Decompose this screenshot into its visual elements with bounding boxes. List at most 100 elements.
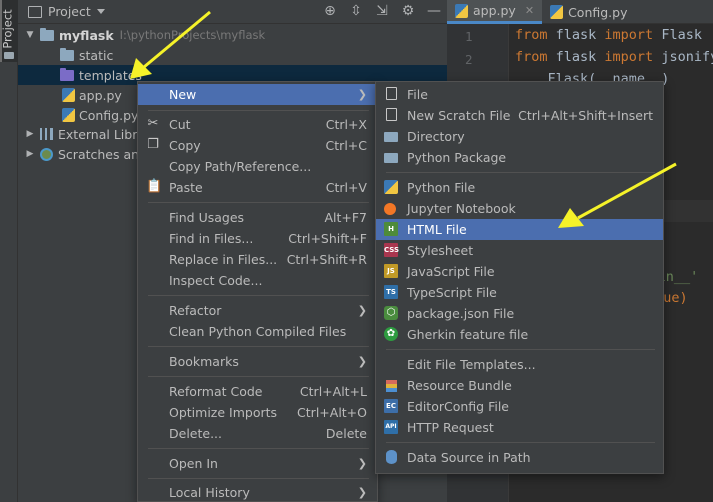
new-item-stylesheet[interactable]: CSS Stylesheet: [376, 240, 663, 261]
menu-item-label: HTTP Request: [407, 420, 494, 435]
project-panel-header: Project ⊕ ⇳ ⇲ ⚙ —: [18, 0, 447, 24]
menu-item-optimize-imports[interactable]: Optimize Imports Ctrl+Alt+O: [138, 402, 377, 423]
tab-config-py[interactable]: Config.py: [542, 0, 635, 24]
tree-root-path: I:\pythonProjects\myflask: [119, 28, 266, 42]
code-name: jsonify: [653, 49, 713, 65]
paste-icon: 📋: [146, 179, 163, 194]
tree-item-label: app.py: [79, 87, 122, 103]
close-icon[interactable]: ✕: [525, 4, 534, 17]
menu-item-replace-in-files[interactable]: Replace in Files... Ctrl+Shift+R: [138, 249, 377, 270]
menu-item-new[interactable]: New ❯: [138, 84, 377, 105]
menu-item-label: JavaScript File: [407, 264, 495, 279]
expand-arrow-icon[interactable]: ▶: [24, 129, 36, 139]
menu-item-inspect-code[interactable]: Inspect Code...: [138, 270, 377, 291]
menu-item-label: Local History: [169, 485, 250, 500]
project-window-icon: [28, 5, 42, 18]
menu-item-bookmarks[interactable]: Bookmarks ❯: [138, 351, 377, 372]
new-item-editorconfig[interactable]: EC EditorConfig File: [376, 396, 663, 417]
css-file-icon: CSS: [384, 243, 399, 257]
menu-separator: [386, 442, 655, 443]
hide-icon[interactable]: —: [425, 2, 443, 20]
menu-item-paste[interactable]: 📋 Paste Ctrl+V: [138, 177, 377, 198]
tree-item-static[interactable]: static: [18, 45, 447, 65]
new-item-data-source[interactable]: Data Source in Path: [376, 447, 663, 468]
menu-item-label: Data Source in Path: [407, 450, 531, 465]
menu-item-shortcut: Ctrl+Shift+R: [286, 252, 367, 267]
chevron-down-icon[interactable]: [96, 9, 105, 14]
menu-item-label: Replace in Files...: [169, 252, 278, 267]
new-item-gherkin[interactable]: ✿ Gherkin feature file: [376, 324, 663, 345]
code-line-1[interactable]: from flask import Flask: [515, 27, 702, 43]
code-keyword: from: [515, 49, 548, 65]
expand-arrow-icon[interactable]: ▼: [24, 30, 36, 40]
editorconfig-icon: EC: [384, 399, 398, 413]
folder-icon: [60, 47, 74, 61]
jupyter-icon: [384, 203, 396, 215]
new-item-package-json[interactable]: ⬡ package.json File: [376, 303, 663, 324]
menu-item-find-usages[interactable]: Find Usages Alt+F7: [138, 207, 377, 228]
new-item-javascript-file[interactable]: JS JavaScript File: [376, 261, 663, 282]
gear-icon[interactable]: ⚙: [399, 2, 417, 20]
tab-label: app.py: [473, 3, 516, 18]
new-item-jupyter-notebook[interactable]: Jupyter Notebook: [376, 198, 663, 219]
tree-root-myflask[interactable]: ▼ myflask I:\pythonProjects\myflask: [18, 25, 447, 45]
menu-item-copy[interactable]: ❐ Copy Ctrl+C: [138, 135, 377, 156]
new-item-file[interactable]: File: [376, 84, 663, 105]
context-menu: New ❯ ✂ Cut Ctrl+X ❐ Copy Ctrl+C Copy Pa…: [137, 81, 378, 502]
folder-icon: [4, 52, 14, 59]
code-line-2[interactable]: from flask import jsonify: [515, 49, 713, 65]
tree-item-label: Config.py: [79, 107, 139, 123]
menu-item-label: Python Package: [407, 150, 507, 165]
menu-item-label: Bookmarks: [169, 354, 239, 369]
expand-arrow-icon[interactable]: ▶: [24, 149, 36, 159]
python-file-icon: [62, 108, 75, 122]
menu-item-label: Jupyter Notebook: [407, 201, 516, 216]
menu-item-label: Clean Python Compiled Files: [169, 324, 347, 339]
tab-app-py[interactable]: app.py ✕: [447, 0, 543, 24]
menu-item-label: Inspect Code...: [169, 273, 263, 288]
project-tool-tab-label: Project: [0, 9, 15, 49]
project-panel-title[interactable]: Project: [48, 4, 91, 19]
code-name: Flask: [653, 27, 702, 43]
new-item-python-package[interactable]: Python Package: [376, 147, 663, 168]
menu-item-shortcut: Ctrl+X: [325, 117, 367, 132]
menu-item-copy-path[interactable]: Copy Path/Reference...: [138, 156, 377, 177]
menu-separator: [148, 448, 369, 449]
tree-item-label: templates: [79, 67, 142, 83]
menu-item-find-in-files[interactable]: Find in Files... Ctrl+Shift+F: [138, 228, 377, 249]
submenu-arrow-icon: ❯: [357, 355, 367, 368]
tree-item-label: Scratches and: [58, 146, 147, 162]
menu-item-label: Paste: [169, 180, 203, 195]
locate-icon[interactable]: ⊕: [321, 2, 339, 20]
new-item-directory[interactable]: Directory: [376, 126, 663, 147]
database-icon: [386, 450, 397, 464]
new-submenu: File New Scratch File Ctrl+Alt+Shift+Ins…: [375, 81, 664, 474]
menu-item-refactor[interactable]: Refactor ❯: [138, 300, 377, 321]
menu-item-reformat-code[interactable]: Reformat Code Ctrl+Alt+L: [138, 381, 377, 402]
menu-item-label: Python File: [407, 180, 476, 195]
menu-item-label: Gherkin feature file: [407, 327, 529, 342]
new-item-resource-bundle[interactable]: Resource Bundle: [376, 375, 663, 396]
package-json-icon: ⬡: [384, 306, 398, 320]
collapse-all-icon[interactable]: ⇲: [373, 2, 391, 20]
project-panel-toolbar: ⊕ ⇳ ⇲ ⚙ —: [321, 2, 443, 20]
menu-item-label: Directory: [407, 129, 465, 144]
new-item-scratch-file[interactable]: New Scratch File Ctrl+Alt+Shift+Insert: [376, 105, 663, 126]
menu-item-delete[interactable]: Delete... Delete: [138, 423, 377, 444]
code-module: flask: [547, 27, 605, 43]
new-item-python-file[interactable]: Python File: [376, 177, 663, 198]
menu-item-local-history[interactable]: Local History ❯: [138, 482, 377, 502]
menu-item-open-in[interactable]: Open In ❯: [138, 453, 377, 474]
new-item-http-request[interactable]: API HTTP Request: [376, 417, 663, 438]
resource-bundle-icon: [386, 380, 397, 392]
new-item-html-file[interactable]: H HTML File: [376, 219, 663, 240]
new-item-typescript-file[interactable]: TS TypeScript File: [376, 282, 663, 303]
menu-item-cut[interactable]: ✂ Cut Ctrl+X: [138, 114, 377, 135]
menu-separator: [148, 295, 369, 296]
python-file-icon: [550, 5, 564, 19]
menu-separator: [386, 349, 655, 350]
new-item-edit-file-templates[interactable]: Edit File Templates...: [376, 354, 663, 375]
scissors-icon: ✂: [147, 116, 159, 131]
menu-item-clean-compiled[interactable]: Clean Python Compiled Files: [138, 321, 377, 342]
expand-all-icon[interactable]: ⇳: [347, 2, 365, 20]
